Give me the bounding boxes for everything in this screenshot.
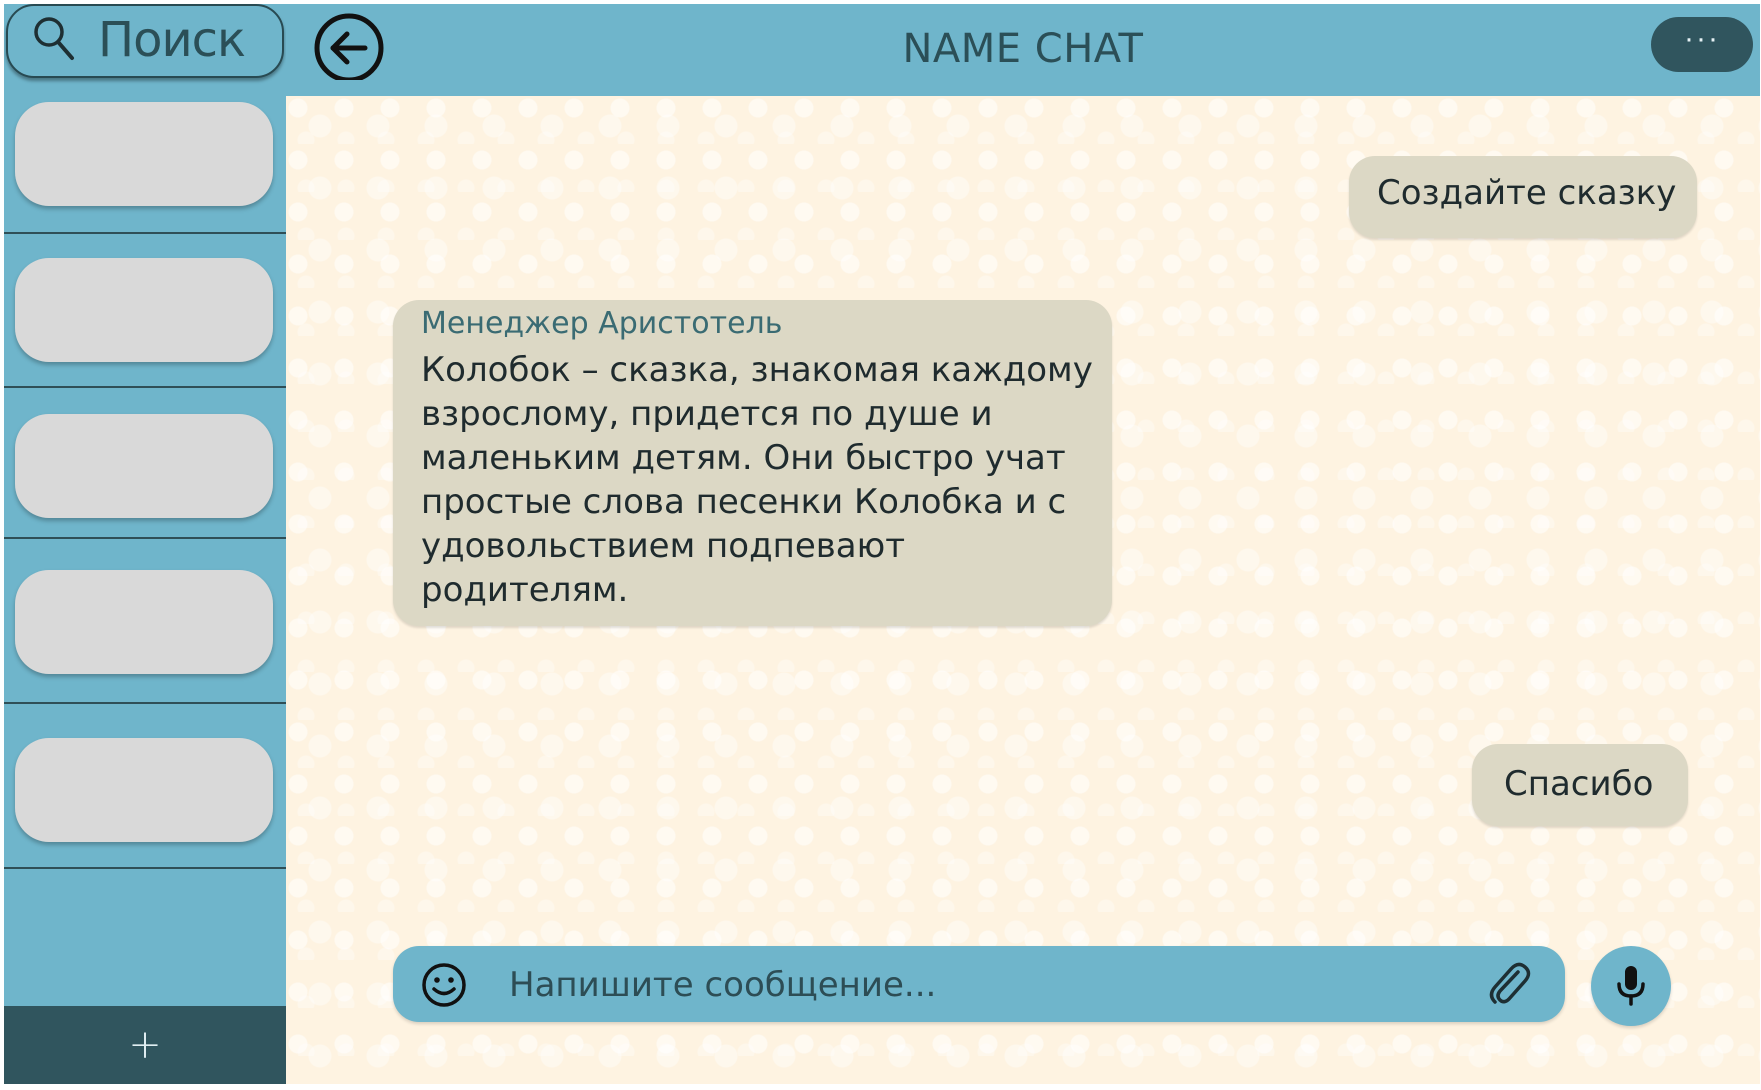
message-area[interactable]: Создайте сказку Менеджер Аристотель Коло…: [286, 96, 1760, 1084]
search-box[interactable]: Поиск: [6, 4, 284, 78]
message-composer: [393, 946, 1565, 1022]
divider: [4, 386, 286, 388]
microphone-icon: [1617, 966, 1645, 1006]
chat-list-item-3[interactable]: [15, 414, 273, 518]
chat-list-item-4[interactable]: [15, 570, 273, 674]
chat-title: NAME CHAT: [902, 26, 1144, 72]
divider: [4, 232, 286, 234]
divider: [4, 867, 286, 869]
sidebar: Поиск +: [4, 4, 286, 1084]
chat-list-item-1[interactable]: [15, 102, 273, 206]
divider: [4, 537, 286, 539]
search-label: Поиск: [98, 12, 246, 68]
message-text: Создайте сказку: [1377, 173, 1677, 213]
search-icon: [34, 17, 74, 60]
chat-list-item-5[interactable]: [15, 738, 273, 842]
app-window: Поиск + NAME CHAT ··· Создайте сказку Ме…: [4, 4, 1760, 1084]
message-text: Спасибо: [1504, 764, 1654, 804]
more-dots-icon: ···: [1684, 21, 1720, 55]
chat-header: NAME CHAT ···: [286, 4, 1760, 96]
add-chat-button[interactable]: +: [4, 1006, 286, 1084]
paperclip-icon[interactable]: [1485, 958, 1535, 1010]
chat-list-item-2[interactable]: [15, 258, 273, 362]
message-input[interactable]: [507, 958, 1471, 1012]
add-chat-label: +: [128, 1022, 162, 1068]
emoji-smile-icon[interactable]: [421, 962, 467, 1008]
message-text: Колобок – сказка, знакомая каждому взрос…: [421, 350, 1093, 610]
divider: [4, 702, 286, 704]
message-sender: Менеджер Аристотель: [421, 306, 783, 341]
microphone-button[interactable]: [1591, 946, 1671, 1026]
incoming-message: Менеджер Аристотель Колобок – сказка, зн…: [393, 300, 1112, 626]
outgoing-message: Создайте сказку: [1349, 156, 1697, 238]
more-menu-button[interactable]: ···: [1651, 17, 1753, 72]
outgoing-message: Спасибо: [1472, 744, 1688, 826]
